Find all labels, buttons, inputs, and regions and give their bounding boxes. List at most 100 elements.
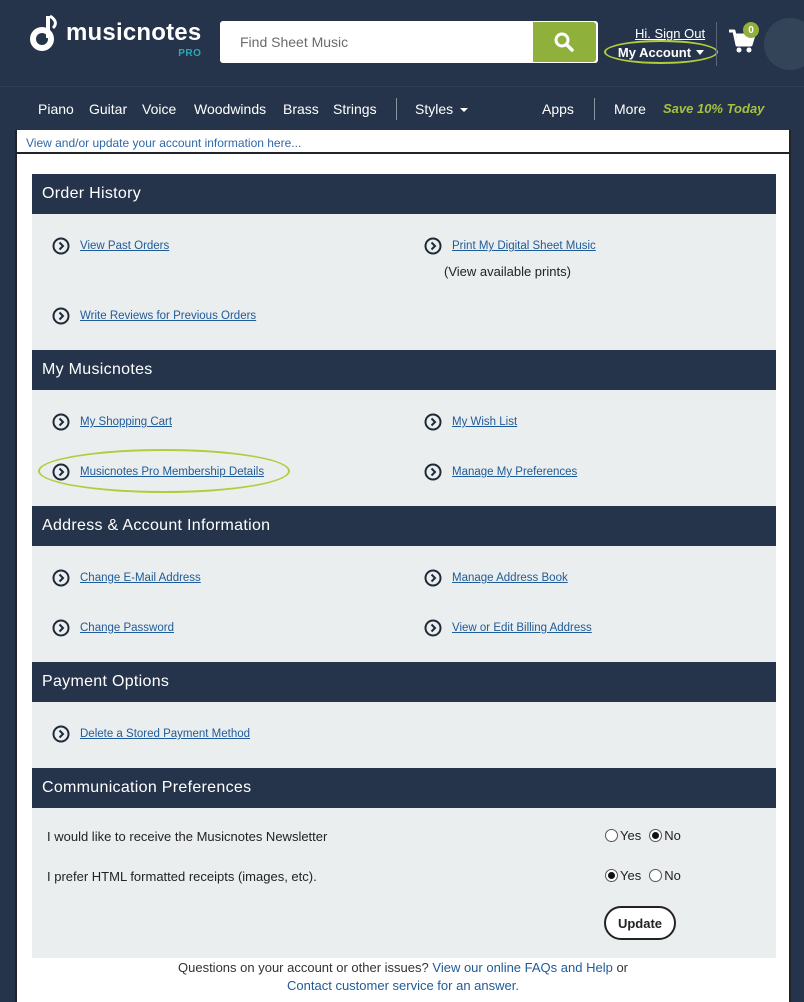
- faq-link[interactable]: View our online FAQs and Help: [432, 960, 612, 975]
- html-receipts-label: I prefer HTML formatted receipts (images…: [47, 869, 317, 884]
- nav-item-apps[interactable]: Apps: [542, 87, 574, 131]
- intro-text: View and/or update your account informat…: [26, 136, 302, 150]
- change-email-link[interactable]: Change E-Mail Address: [52, 569, 201, 587]
- my-account-menu[interactable]: My Account: [604, 40, 718, 64]
- section-body-my-musicnotes: My Shopping Cart My Wish List Musicnotes…: [32, 390, 776, 506]
- pro-membership-label: Musicnotes Pro Membership Details: [80, 466, 265, 478]
- chevron-right-circle-icon: [52, 307, 70, 325]
- pro-membership-link[interactable]: Musicnotes Pro Membership Details: [52, 463, 264, 481]
- change-email-label: Change E-Mail Address: [80, 572, 201, 584]
- newsletter-no-radio[interactable]: [649, 829, 663, 842]
- decorative-circle: [764, 18, 804, 70]
- logo[interactable]: musicnotes PRO: [28, 14, 202, 59]
- chevron-right-circle-icon: [52, 237, 70, 255]
- nav-styles-label: Styles: [415, 101, 454, 117]
- section-body-address: Change E-Mail Address Manage Address Boo…: [32, 546, 776, 662]
- newsletter-no-label: No: [664, 828, 681, 843]
- address-book-label: Manage Address Book: [452, 572, 568, 584]
- delete-payment-label: Delete a Stored Payment Method: [80, 728, 251, 740]
- write-reviews-label: Write Reviews for Previous Orders: [80, 310, 257, 322]
- shopping-cart-label: My Shopping Cart: [80, 416, 173, 428]
- section-header-communication: Communication Preferences: [32, 768, 776, 808]
- nav-item-brass[interactable]: Brass: [283, 87, 319, 131]
- html-yes-label: Yes: [620, 868, 642, 883]
- nav-item-styles[interactable]: Styles: [415, 87, 469, 131]
- newsletter-radio-group: Yes No: [605, 828, 689, 843]
- wish-list-label: My Wish List: [452, 416, 518, 428]
- music-note-logo-icon: [30, 14, 57, 51]
- footer-line-2: Contact customer service for an answer.: [17, 978, 789, 993]
- search-input[interactable]: [220, 21, 533, 63]
- newsletter-yes-radio[interactable]: [605, 829, 618, 842]
- logo-wordmark: musicnotes: [66, 19, 202, 46]
- change-password-link[interactable]: Change Password: [52, 619, 174, 637]
- html-receipts-radio-group: Yes No: [605, 868, 689, 883]
- billing-address-link[interactable]: View or Edit Billing Address: [424, 619, 592, 637]
- manage-preferences-link[interactable]: Manage My Preferences: [424, 463, 577, 481]
- footer-question: Questions on your account or other issue…: [178, 960, 429, 975]
- chevron-right-circle-icon: [424, 413, 442, 431]
- header-divider: [716, 22, 717, 66]
- section-header-payment: Payment Options: [32, 662, 776, 702]
- delete-payment-link[interactable]: Delete a Stored Payment Method: [52, 725, 250, 743]
- search-icon: [554, 32, 574, 52]
- section-body-order-history: View Past Orders Print My Digital Sheet …: [32, 214, 776, 350]
- nav-item-woodwinds[interactable]: Woodwinds: [194, 87, 266, 131]
- html-no-label: No: [664, 868, 681, 883]
- chevron-right-circle-icon: [424, 463, 442, 481]
- logo-pro-badge: PRO: [178, 48, 202, 59]
- chevron-right-circle-icon: [52, 413, 70, 431]
- search-box: [220, 21, 598, 63]
- newsletter-label: I would like to receive the Musicnotes N…: [47, 829, 328, 844]
- nav-divider: [594, 98, 595, 120]
- chevron-right-circle-icon: [52, 463, 70, 481]
- address-book-link[interactable]: Manage Address Book: [424, 569, 568, 587]
- nav-item-more[interactable]: More: [614, 87, 646, 131]
- nav-item-voice[interactable]: Voice: [142, 87, 176, 131]
- nav-promo[interactable]: Save 10% Today: [663, 87, 764, 131]
- search-button[interactable]: [533, 22, 596, 62]
- section-body-communication: I would like to receive the Musicnotes N…: [32, 808, 776, 958]
- html-no-radio[interactable]: [649, 869, 663, 882]
- nav-divider: [396, 98, 397, 120]
- chevron-down-icon: [696, 49, 705, 55]
- write-reviews-link[interactable]: Write Reviews for Previous Orders: [52, 307, 256, 325]
- section-header-order-history: Order History: [32, 174, 776, 214]
- cart-count-badge: 0: [743, 22, 759, 38]
- intro-bar: View and/or update your account informat…: [17, 130, 789, 154]
- chevron-right-circle-icon: [52, 569, 70, 587]
- view-past-orders-link[interactable]: View Past Orders: [52, 237, 169, 255]
- print-digital-sheet-music-label: Print My Digital Sheet Music: [452, 240, 596, 252]
- print-digital-sheet-music-link[interactable]: Print My Digital Sheet Music: [424, 237, 596, 255]
- chevron-right-circle-icon: [52, 725, 70, 743]
- shopping-cart-link[interactable]: My Shopping Cart: [52, 413, 172, 431]
- caret-down-icon: [460, 108, 469, 113]
- section-body-payment: Delete a Stored Payment Method: [32, 702, 776, 768]
- view-past-orders-label: View Past Orders: [80, 240, 170, 252]
- section-header-my-musicnotes: My Musicnotes: [32, 350, 776, 390]
- change-password-label: Change Password: [80, 622, 174, 634]
- footer-line-1: Questions on your account or other issue…: [17, 960, 789, 975]
- chevron-right-circle-icon: [52, 619, 70, 637]
- update-button[interactable]: Update: [604, 906, 676, 940]
- my-account-label: My Account: [617, 44, 692, 60]
- chevron-right-circle-icon: [424, 619, 442, 637]
- contact-customer-service-link[interactable]: Contact customer service for an answer.: [287, 978, 519, 993]
- wish-list-link[interactable]: My Wish List: [424, 413, 517, 431]
- main-nav: Piano Guitar Voice Woodwinds Brass Strin…: [0, 86, 804, 130]
- chevron-right-circle-icon: [424, 237, 442, 255]
- sign-out-link[interactable]: Hi. Sign Out: [635, 26, 705, 41]
- site-header: musicnotes PRO Hi. Sign Out My Account 0: [0, 0, 804, 86]
- nav-item-strings[interactable]: Strings: [333, 87, 377, 131]
- section-header-address: Address & Account Information: [32, 506, 776, 546]
- footer-or: or: [616, 960, 628, 975]
- html-yes-radio[interactable]: [605, 869, 618, 882]
- nav-item-guitar[interactable]: Guitar: [89, 87, 127, 131]
- manage-preferences-label: Manage My Preferences: [452, 466, 578, 478]
- chevron-right-circle-icon: [424, 569, 442, 587]
- newsletter-yes-label: Yes: [620, 828, 642, 843]
- billing-address-label: View or Edit Billing Address: [452, 622, 592, 634]
- print-note: (View available prints): [444, 264, 571, 279]
- account-content: View and/or update your account informat…: [15, 130, 791, 1002]
- nav-item-piano[interactable]: Piano: [38, 87, 74, 131]
